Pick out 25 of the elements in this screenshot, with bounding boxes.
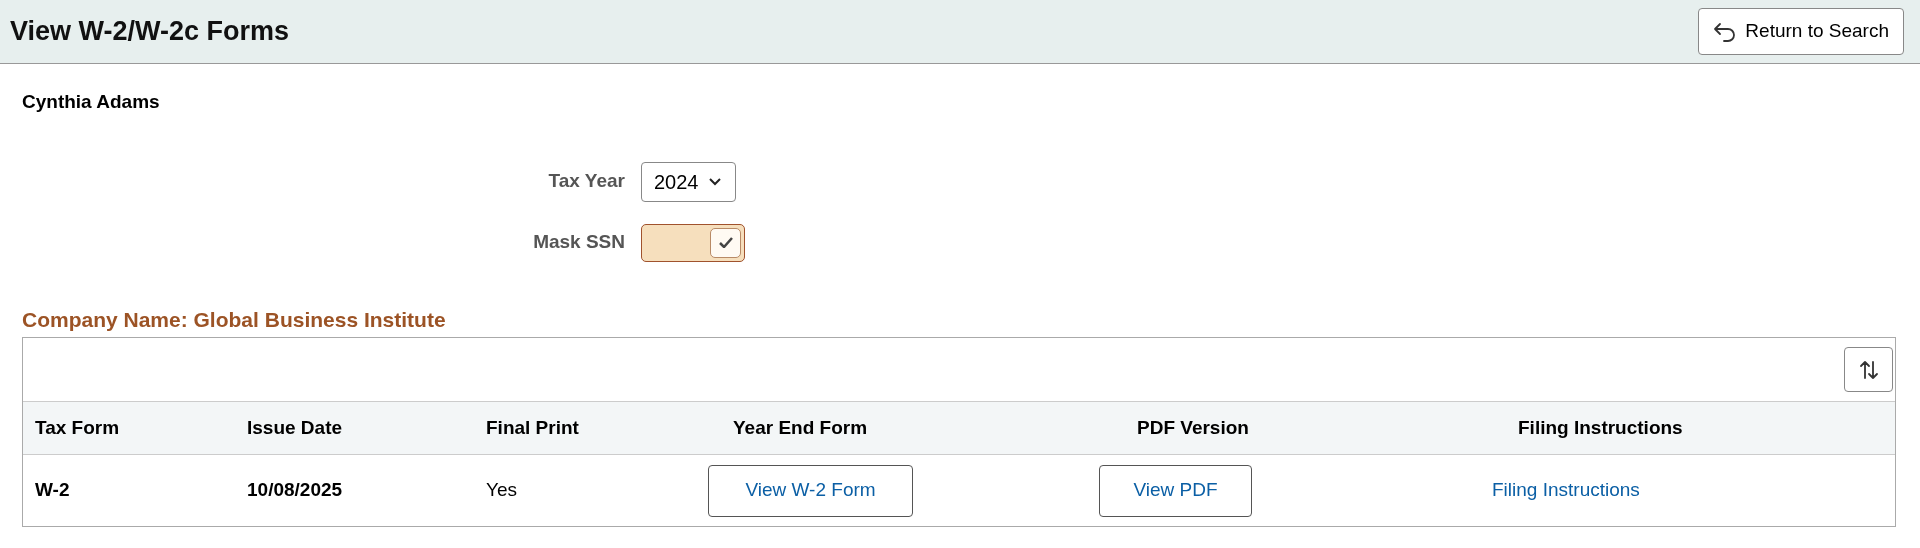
check-icon <box>718 237 733 248</box>
column-header: PDF Version <box>1137 416 1249 438</box>
column-header: Issue Date <box>247 416 343 438</box>
sort-arrows-icon <box>1857 358 1880 381</box>
chevron-down-icon <box>708 177 721 186</box>
employee-name: Cynthia Adams <box>22 90 161 114</box>
page-title: View W-2/W-2c Forms <box>10 15 289 49</box>
column-header: Final Print <box>486 416 579 438</box>
column-header: Filing Instructions <box>1518 416 1683 438</box>
sort-button[interactable] <box>1844 347 1893 392</box>
column-header: Year End Form <box>733 416 868 438</box>
return-arrow-icon <box>1713 21 1738 42</box>
return-to-search-button[interactable]: Return to Search <box>1698 8 1904 55</box>
column-header: Tax Form <box>35 416 120 438</box>
view-button[interactable]: View W-2 Form <box>708 464 913 517</box>
section-title: Company Name: Global Business Institute <box>22 306 447 333</box>
table-cell: Yes <box>486 479 517 501</box>
field-label: Mask SSN <box>533 231 625 253</box>
field-label: Tax Year <box>548 170 625 192</box>
view-button[interactable]: View PDF <box>1099 464 1252 517</box>
filing-instructions-link[interactable]: Filing Instructions <box>1492 479 1640 501</box>
tax-year-select[interactable]: 2024 <box>641 161 736 202</box>
table-cell: 10/08/2025 <box>247 479 343 501</box>
mask-ssn-toggle[interactable] <box>641 223 745 262</box>
table-cell: W-2 <box>35 479 70 501</box>
